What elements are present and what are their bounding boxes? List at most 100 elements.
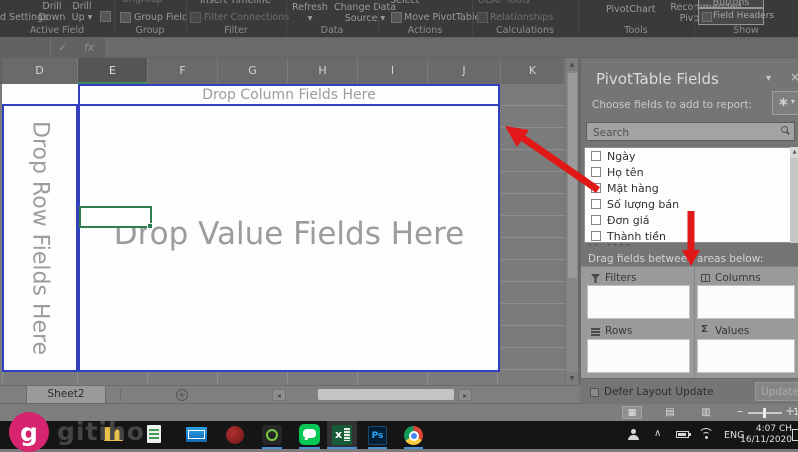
- ribbon-pivotchart-button[interactable]: PivotChart: [606, 4, 655, 15]
- ribbon-drill-down-button[interactable]: Drill Down: [36, 1, 68, 23]
- column-header-i[interactable]: I: [358, 58, 428, 84]
- field-list-scrollbar[interactable]: ▲: [790, 147, 798, 243]
- hscroll-left-icon[interactable]: ◂: [272, 389, 286, 401]
- values-sigma-icon: Σ: [701, 324, 708, 335]
- panel-options-caret-icon[interactable]: ▾: [766, 73, 771, 84]
- ribbon-group-field-button[interactable]: Group Field: [134, 12, 188, 23]
- photoshop-icon[interactable]: Ps: [368, 426, 387, 445]
- search-box[interactable]: [586, 122, 795, 141]
- ribbon-drill-up-button[interactable]: Drill Up ▾: [67, 1, 97, 23]
- zoom-out-icon[interactable]: –: [737, 404, 743, 418]
- refresh-caret-icon[interactable]: ▾: [288, 13, 332, 24]
- rows-lines-icon: [591, 328, 600, 336]
- ribbon-move-pivottable-button[interactable]: Move PivotTable: [404, 12, 480, 23]
- hscroll-right-icon[interactable]: ▸: [458, 389, 472, 401]
- vertical-scrollbar-thumb[interactable]: [568, 73, 577, 278]
- group-field-icon: [120, 12, 131, 23]
- field-label[interactable]: Mặt hàng: [607, 182, 659, 195]
- action-center-icon[interactable]: [792, 429, 798, 441]
- panel-close-icon[interactable]: ×: [790, 70, 798, 84]
- document-icon[interactable]: [147, 425, 161, 443]
- checkbox-icon[interactable]: [591, 231, 601, 241]
- mail-icon[interactable]: [186, 427, 207, 442]
- ribbon-insert-timeline-button[interactable]: Insert Timeline: [200, 0, 271, 6]
- column-header-k[interactable]: K: [501, 58, 565, 84]
- wifi-icon[interactable]: [698, 428, 714, 440]
- empty-cells-row-below[interactable]: [0, 372, 565, 385]
- field-label[interactable]: Họ tên: [607, 166, 644, 179]
- cell-d-blank[interactable]: [2, 84, 78, 105]
- chrome-icon[interactable]: [404, 426, 423, 445]
- excel-icon[interactable]: x: [332, 425, 352, 445]
- columns-drop-area[interactable]: [697, 285, 795, 319]
- ribbon-change-data-source-button[interactable]: Change Data Source ▾: [332, 2, 398, 24]
- gear-icon: ∗: [778, 95, 789, 110]
- panel-title: PivotTable Fields: [596, 70, 719, 88]
- column-header-f[interactable]: F: [148, 58, 218, 84]
- column-header-d[interactable]: D: [2, 58, 78, 84]
- scroll-up-icon[interactable]: ▲: [566, 58, 578, 71]
- collapse-field-icon[interactable]: [100, 11, 111, 22]
- horizontal-scrollbar-thumb[interactable]: [318, 389, 454, 400]
- drop-row-fields-zone[interactable]: Drop Row Fields Here: [2, 104, 78, 372]
- column-header-g[interactable]: G: [218, 58, 288, 84]
- tray-time[interactable]: 4:07 CH: [744, 424, 792, 434]
- view-normal-icon[interactable]: ▦: [622, 406, 642, 419]
- insert-function-fx-icon[interactable]: fx: [84, 41, 94, 54]
- field-label[interactable]: Đơn giá: [607, 214, 650, 227]
- tray-date[interactable]: 16/11/2020: [736, 435, 792, 445]
- panel-resize-dots[interactable]: ·· ····: [588, 241, 633, 251]
- scroll-down-icon[interactable]: ▼: [566, 372, 578, 385]
- defer-checkbox-icon[interactable]: [590, 388, 599, 397]
- field-item-mat-hang[interactable]: Mặt hàng: [585, 180, 790, 196]
- drop-value-fields-zone[interactable]: Drop Value Fields Here: [78, 104, 500, 372]
- screen-recorder-icon[interactable]: [262, 425, 282, 445]
- field-item-so-luong-ban[interactable]: Số lượng bán: [585, 196, 790, 212]
- gear-caret-icon: ▾: [791, 97, 796, 106]
- field-label[interactable]: Ngày: [607, 150, 635, 163]
- battery-icon[interactable]: [676, 431, 691, 438]
- checkbox-icon[interactable]: [591, 167, 601, 177]
- field-list-scroll-up-icon[interactable]: ▲: [790, 147, 798, 158]
- field-item-ngay[interactable]: Ngày: [585, 148, 790, 164]
- field-item-don-gia[interactable]: Đơn giá: [585, 212, 790, 228]
- empty-cells-column-k[interactable]: [501, 84, 565, 372]
- search-input[interactable]: [591, 124, 775, 141]
- checkbox-icon[interactable]: [591, 199, 601, 209]
- filters-drop-area[interactable]: [587, 285, 690, 319]
- ribbon-refresh-button[interactable]: Refresh: [288, 2, 332, 13]
- view-page-break-icon[interactable]: ▥: [696, 406, 716, 419]
- column-header-h[interactable]: H: [288, 58, 358, 84]
- field-item-ho-ten[interactable]: Họ tên: [585, 164, 790, 180]
- field-label[interactable]: Số lượng bán: [607, 198, 679, 211]
- column-header-j[interactable]: J: [428, 58, 501, 84]
- people-icon[interactable]: [628, 429, 640, 441]
- view-page-layout-icon[interactable]: ▤: [660, 406, 680, 419]
- sheet-tab-sheet2[interactable]: Sheet2: [26, 386, 106, 403]
- filter-connections-icon: [190, 12, 201, 23]
- browser-red-icon[interactable]: [226, 426, 244, 444]
- checkbox-icon[interactable]: [591, 215, 601, 225]
- fill-handle[interactable]: [147, 223, 153, 229]
- enter-check-icon[interactable]: ✓: [58, 41, 67, 54]
- column-header-e-selected[interactable]: E: [78, 58, 148, 84]
- field-headers-icon: [702, 12, 712, 22]
- selected-cell[interactable]: [79, 206, 153, 229]
- checkbox-icon[interactable]: [591, 151, 601, 161]
- ribbon-field-headers-toggle[interactable]: Field Headers: [698, 8, 774, 25]
- new-sheet-icon[interactable]: +: [176, 389, 188, 401]
- pivottable-fields-panel: PivotTable Fields ▾ × Choose fields to a…: [581, 58, 798, 404]
- formula-input[interactable]: [107, 38, 798, 57]
- drop-column-fields-zone[interactable]: Drop Column Fields Here: [78, 84, 500, 106]
- values-drop-area[interactable]: [697, 339, 795, 373]
- line-messenger-icon[interactable]: [299, 424, 320, 445]
- tools-gear-button[interactable]: ∗ ▾: [772, 91, 798, 115]
- checkbox-icon[interactable]: [591, 183, 601, 193]
- zoom-level[interactable]: 13: [793, 407, 798, 418]
- show-hidden-icons-caret[interactable]: ∧: [654, 428, 661, 439]
- zoom-slider-thumb[interactable]: [763, 408, 766, 418]
- rows-drop-area[interactable]: [587, 339, 690, 373]
- vertical-scrollbar[interactable]: ▲ ▼: [565, 58, 578, 385]
- ribbon-ungroup-button[interactable]: Ungroup: [122, 0, 163, 5]
- areas-section: Filters Columns Rows Σ Values: [581, 266, 798, 379]
